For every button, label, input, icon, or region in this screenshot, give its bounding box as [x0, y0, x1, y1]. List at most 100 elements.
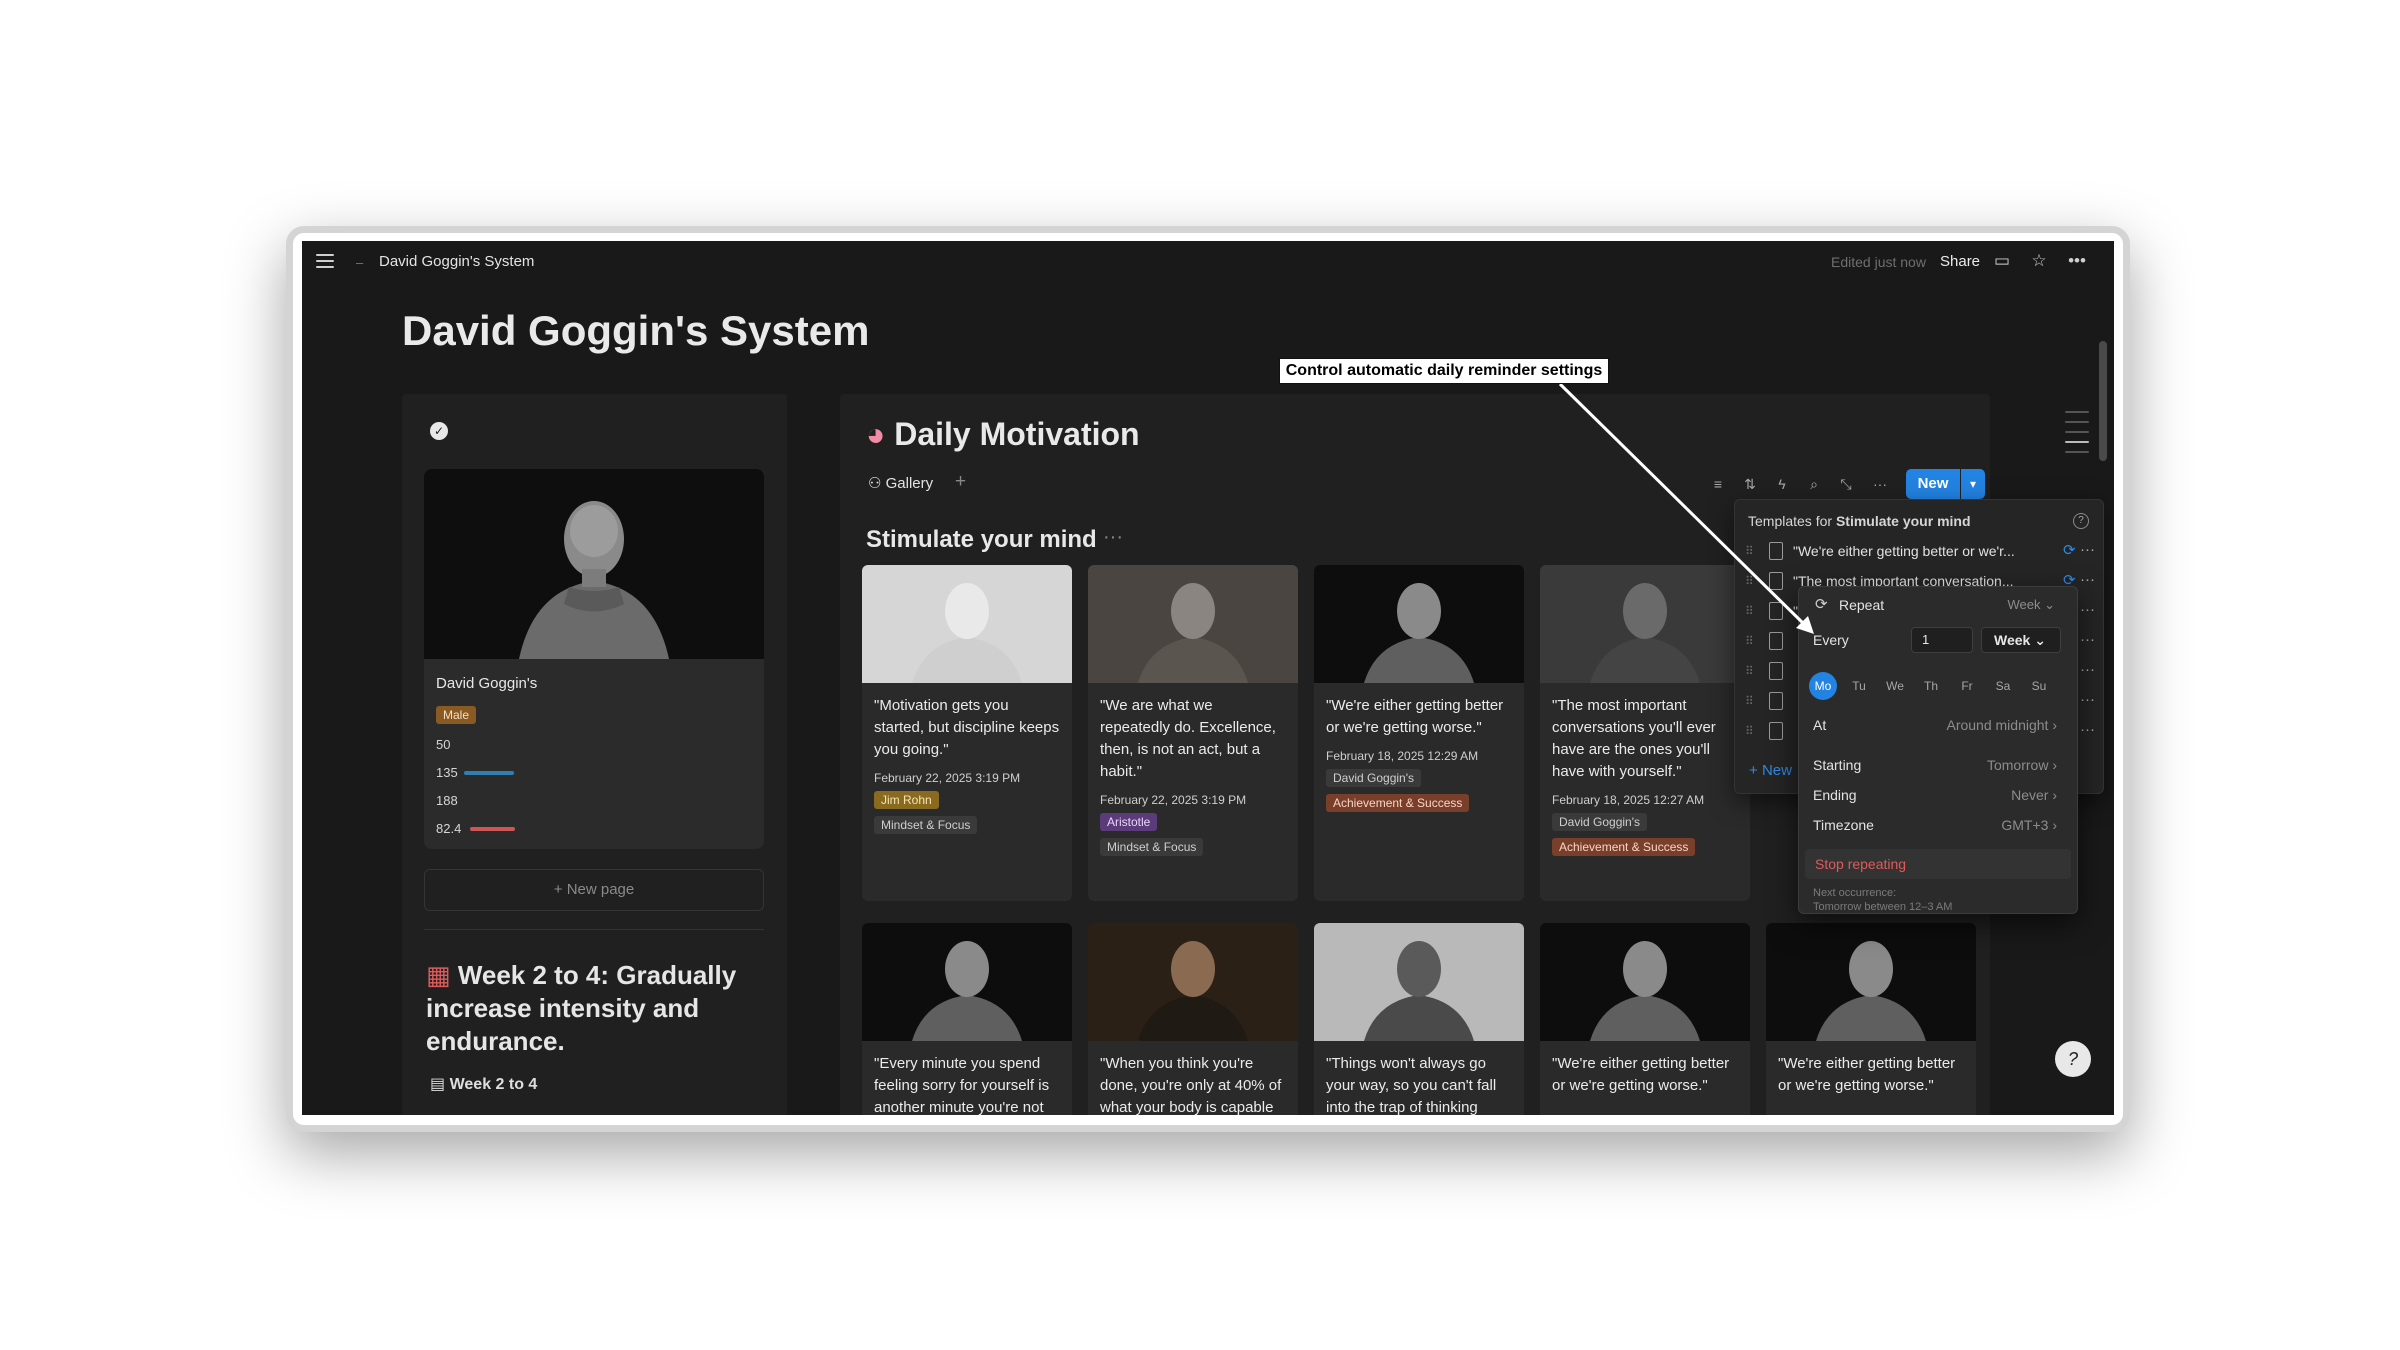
- more-icon[interactable]: •••: [2066, 250, 2088, 272]
- card-tag: Achievement & Success: [1552, 838, 1696, 856]
- drag-handle-icon[interactable]: ⠿: [1745, 544, 1754, 558]
- page-outline[interactable]: [2065, 411, 2089, 461]
- card-cover-image: [1540, 565, 1750, 683]
- breadcrumb[interactable]: David Goggin's System: [379, 253, 534, 270]
- share-button[interactable]: Share: [1940, 253, 1980, 270]
- gallery-card[interactable]: "Motivation gets you started, but discip…: [862, 565, 1072, 901]
- lightning-icon[interactable]: ϟ: [1772, 474, 1792, 494]
- day-toggle[interactable]: We: [1881, 672, 1909, 700]
- day-toggle[interactable]: Sa: [1989, 672, 2017, 700]
- card-tag: Mindset & Focus: [1100, 838, 1204, 856]
- more-icon[interactable]: ···: [2080, 601, 2095, 618]
- templates-heading-group: Stimulate your mind: [1835, 513, 1971, 529]
- add-view-button[interactable]: +: [955, 471, 966, 493]
- star-icon[interactable]: ☆: [2028, 250, 2050, 272]
- view-tab-gallery[interactable]: ⚇ Gallery: [868, 474, 933, 492]
- week-sub-text: Week 2 to 4: [449, 1076, 538, 1093]
- timezone-label: Timezone: [1813, 817, 1874, 833]
- document-icon: [1769, 542, 1783, 560]
- card-date: February 22, 2025 3:19 PM: [874, 771, 1021, 785]
- top-bar: – David Goggin's System Edited just now …: [302, 241, 2114, 279]
- filter-icon[interactable]: ≡: [1708, 474, 1728, 494]
- more-icon[interactable]: ···: [2080, 541, 2095, 558]
- day-toggle[interactable]: Su: [2025, 672, 2053, 700]
- card-quote: "The most important conversations you'll…: [1552, 697, 1716, 780]
- at-label: At: [1813, 717, 1827, 733]
- card-tag: David Goggin's: [1552, 813, 1647, 831]
- new-button[interactable]: New: [1906, 469, 1960, 499]
- ending-value: Never: [2011, 787, 2049, 803]
- templates-heading: Templates for Stimulate your mind: [1748, 513, 1971, 529]
- day-toggle[interactable]: Fr: [1953, 672, 1981, 700]
- search-icon[interactable]: ⌕: [1804, 474, 1824, 494]
- expand-icon[interactable]: ⤡: [1836, 474, 1856, 494]
- drag-handle-icon[interactable]: ⠿: [1745, 724, 1754, 738]
- menu-icon[interactable]: [316, 254, 334, 268]
- gallery-card[interactable]: "The most important conversations you'll…: [1540, 565, 1750, 901]
- gender-tag: Male: [436, 706, 477, 724]
- drag-handle-icon[interactable]: ⠿: [1745, 574, 1754, 588]
- group-title: Stimulate your mind: [866, 526, 1097, 553]
- gallery-card[interactable]: "Things won't always go your way, so you…: [1314, 923, 1524, 1115]
- new-dropdown-chevron-icon[interactable]: ▾: [1961, 469, 1985, 499]
- card-tag: Mindset & Focus: [874, 816, 978, 834]
- new-template-button[interactable]: + New: [1749, 762, 1792, 779]
- card-quote: "We're either getting better or we're ge…: [1778, 1055, 1956, 1094]
- more-icon[interactable]: ···: [2080, 721, 2095, 738]
- document-icon: [1769, 632, 1783, 650]
- every-interval-input[interactable]: 1: [1911, 627, 1973, 653]
- interval-unit-select[interactable]: Week ⌄: [1981, 627, 2061, 653]
- gallery-card[interactable]: "We're either getting better or we're ge…: [1540, 923, 1750, 1115]
- card-cover-image: [1314, 923, 1524, 1041]
- gallery-card[interactable]: "We're either getting better or we're ge…: [1766, 923, 1976, 1115]
- card-cover-image: [1088, 923, 1298, 1041]
- sort-icon[interactable]: ⇅: [1740, 474, 1760, 494]
- day-toggle[interactable]: Th: [1917, 672, 1945, 700]
- scrollbar[interactable]: [2099, 341, 2107, 461]
- card-cover-image: [1088, 565, 1298, 683]
- more-options-icon[interactable]: ···: [1870, 474, 1890, 494]
- stat-weight-bar: [464, 771, 514, 775]
- ending-label: Ending: [1813, 787, 1857, 803]
- drag-handle-icon[interactable]: ⠿: [1745, 634, 1754, 648]
- ai-help-icon[interactable]: ?: [2055, 1041, 2091, 1077]
- profile-column: ✓ David Goggin's Male 50 135 188 82.4 + …: [402, 394, 787, 1115]
- gallery-card[interactable]: "Every minute you spend feeling sorry fo…: [862, 923, 1072, 1115]
- timezone-select[interactable]: GMT+3 ›: [2001, 817, 2057, 833]
- day-toggle[interactable]: Mo: [1809, 672, 1837, 700]
- card-quote: "Things won't always go your way, so you…: [1326, 1055, 1497, 1115]
- card-cover-image: [1314, 565, 1524, 683]
- card-cover-image: [862, 565, 1072, 683]
- card-date: February 22, 2025 3:19 PM: [1100, 793, 1247, 807]
- interval-unit-value: Week: [1994, 632, 2031, 648]
- more-icon[interactable]: ···: [2080, 691, 2095, 708]
- at-select[interactable]: Around midnight ›: [1946, 717, 2057, 733]
- comment-icon[interactable]: ▭: [1991, 250, 2013, 272]
- profile-card[interactable]: David Goggin's Male 50 135 188 82.4: [424, 469, 764, 849]
- repeat-frequency-summary[interactable]: Week ⌄: [2007, 597, 2055, 613]
- more-icon[interactable]: ···: [2080, 661, 2095, 678]
- more-icon[interactable]: ···: [2080, 571, 2095, 588]
- card-quote: "Every minute you spend feeling sorry fo…: [874, 1055, 1050, 1115]
- drag-handle-icon[interactable]: ⠿: [1745, 664, 1754, 678]
- gallery-card[interactable]: "We're either getting better or we're ge…: [1314, 565, 1524, 901]
- drag-handle-icon[interactable]: ⠿: [1745, 604, 1754, 618]
- more-icon[interactable]: ···: [2080, 631, 2095, 648]
- stop-repeating-button[interactable]: Stop repeating: [1805, 849, 2071, 879]
- day-toggle[interactable]: Tu: [1845, 672, 1873, 700]
- repeat-frequency-value: Week: [2007, 597, 2041, 612]
- gallery-card[interactable]: "We are what we repeatedly do. Excellenc…: [1088, 565, 1298, 901]
- new-page-button[interactable]: + New page: [424, 869, 764, 911]
- help-icon[interactable]: ?: [2073, 513, 2089, 529]
- document-icon: [1769, 602, 1783, 620]
- calendar-icon: ▦: [426, 960, 451, 990]
- week-heading-text: Week 2 to 4: Gradually increase intensit…: [426, 960, 737, 1056]
- ending-select[interactable]: Never ›: [2011, 787, 2057, 803]
- gallery-card[interactable]: "When you think you're done, you're only…: [1088, 923, 1298, 1115]
- annotation-callout: Control automatic daily reminder setting…: [1279, 358, 1609, 384]
- drag-handle-icon[interactable]: ⠿: [1745, 694, 1754, 708]
- starting-select[interactable]: Tomorrow ›: [1987, 757, 2057, 773]
- group-more-icon[interactable]: ···: [1103, 526, 1123, 549]
- template-row[interactable]: ⠿ "We're either getting better or we'r...…: [1745, 538, 2095, 566]
- card-tags: Jim Rohn Mindset & Focus: [862, 785, 1072, 834]
